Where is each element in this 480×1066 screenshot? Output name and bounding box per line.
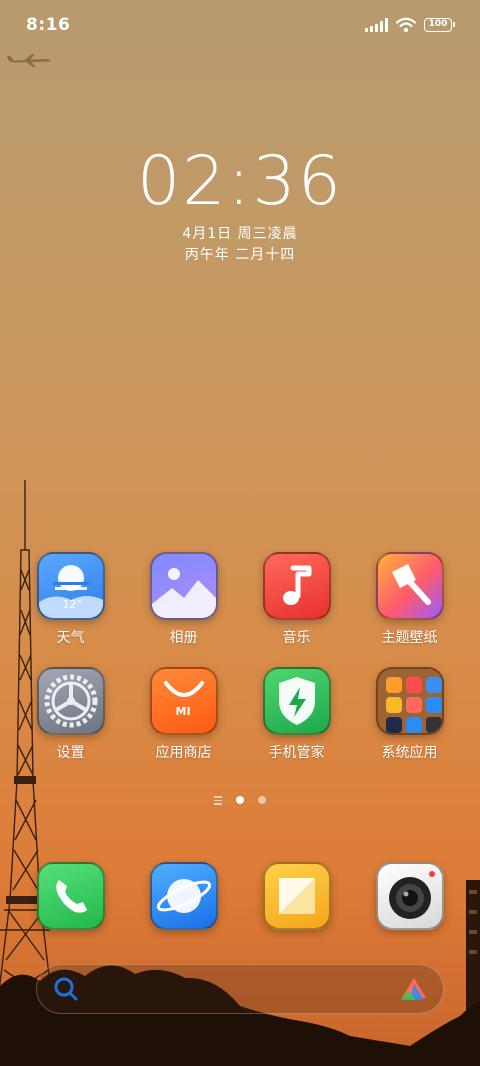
folder-app-icon xyxy=(425,697,442,713)
browser-icon[interactable] xyxy=(149,862,218,930)
app-store[interactable]: MI 应用商店 xyxy=(127,667,240,762)
folder-app-icon xyxy=(385,697,402,713)
dock-camera[interactable] xyxy=(353,862,466,930)
themes-icon[interactable] xyxy=(375,552,444,620)
page-indicator[interactable] xyxy=(0,796,480,805)
page-dot-2[interactable] xyxy=(258,796,266,805)
battery-level: 100 xyxy=(428,19,448,29)
airplane-silhouette xyxy=(7,54,51,67)
app-store-icon[interactable]: MI xyxy=(149,667,218,735)
search-icon[interactable] xyxy=(53,976,79,1002)
app-grid: 12° 天气 相册 音乐 主题壁纸 设置 MI 应用商店 手机管家 系统应用 xyxy=(14,552,466,762)
clock-lunar-date: 丙午年 二月十四 xyxy=(184,247,296,263)
security-icon[interactable] xyxy=(262,667,331,735)
search-bar[interactable] xyxy=(36,964,444,1014)
folder-app-icon xyxy=(405,717,422,733)
app-weather[interactable]: 12° 天气 xyxy=(14,552,127,647)
app-label: 设置 xyxy=(56,745,85,761)
clock-time: 02:36 xyxy=(137,142,343,221)
app-label: 音乐 xyxy=(282,630,311,646)
folder-app-icon xyxy=(385,677,402,693)
battery-icon: 100 xyxy=(424,18,455,32)
page-dot-1[interactable] xyxy=(236,796,244,805)
app-label: 主题壁纸 xyxy=(381,630,438,646)
app-list-icon[interactable] xyxy=(214,796,222,805)
camera-icon[interactable] xyxy=(375,862,444,930)
app-label: 天气 xyxy=(56,630,85,646)
folder-app-icon xyxy=(425,717,442,733)
dock xyxy=(14,862,466,930)
status-time: 8:16 xyxy=(26,15,71,35)
app-label: 应用商店 xyxy=(155,745,212,761)
wifi-icon xyxy=(396,17,416,33)
phone-icon[interactable] xyxy=(36,862,105,930)
app-label: 手机管家 xyxy=(268,745,325,761)
folder-app-icon xyxy=(425,677,442,693)
status-bar: 8:16 100 xyxy=(0,0,480,50)
weather-icon[interactable]: 12° xyxy=(36,552,105,620)
app-music[interactable]: 音乐 xyxy=(240,552,353,647)
folder-app-icon xyxy=(405,697,422,713)
dock-notes[interactable] xyxy=(240,862,353,930)
signal-icon xyxy=(365,18,388,32)
app-security[interactable]: 手机管家 xyxy=(240,667,353,762)
status-icons: 100 xyxy=(365,17,455,33)
app-label: 相册 xyxy=(169,630,198,646)
notes-icon[interactable] xyxy=(262,862,331,930)
weather-temperature: 12° xyxy=(62,598,83,611)
dock-browser[interactable] xyxy=(127,862,240,930)
music-icon[interactable] xyxy=(262,552,331,620)
folder-system-apps[interactable]: 系统应用 xyxy=(353,667,466,762)
folder-app-icon xyxy=(385,717,402,733)
clock-date: 4月1日 周三凌晨 xyxy=(182,226,298,242)
clock-widget[interactable]: 02:36 4月1日 周三凌晨 丙午年 二月十四 xyxy=(0,140,480,266)
settings-icon[interactable] xyxy=(36,667,105,735)
app-gallery[interactable]: 相册 xyxy=(127,552,240,647)
folder-app-icon xyxy=(405,677,422,693)
app-settings[interactable]: 设置 xyxy=(14,667,127,762)
dock-phone[interactable] xyxy=(14,862,127,930)
app-themes[interactable]: 主题壁纸 xyxy=(353,552,466,647)
assistant-icon[interactable] xyxy=(399,976,429,1002)
app-store-badge: MI xyxy=(175,705,191,718)
app-label: 系统应用 xyxy=(381,745,438,761)
system-apps-folder-icon[interactable] xyxy=(375,667,444,735)
gallery-icon[interactable] xyxy=(149,552,218,620)
